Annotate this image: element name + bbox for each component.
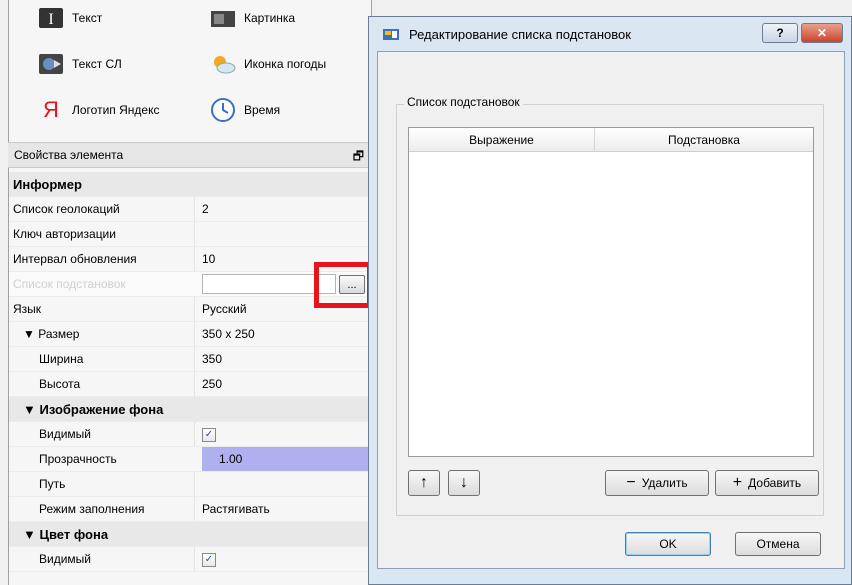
dialog-title: Редактирование списка подстановок bbox=[409, 27, 631, 42]
tool-yandex[interactable]: Я Логотип Яндекс bbox=[38, 96, 159, 124]
prop-row-path[interactable]: Путь bbox=[9, 472, 369, 497]
tool-image-label: Картинка bbox=[244, 11, 296, 25]
add-button-label: Добавить bbox=[748, 476, 802, 490]
float-window-icon[interactable]: 🗗 bbox=[353, 147, 364, 168]
prop-row-transparency[interactable]: Прозрачность 1.00 bbox=[9, 447, 369, 472]
prop-value: 10 bbox=[202, 252, 216, 266]
prop-key-with-toggle: ▼ Размер bbox=[23, 327, 79, 341]
move-up-button[interactable]: ↑ bbox=[408, 470, 440, 496]
tool-textsl[interactable]: Текст СЛ bbox=[38, 50, 122, 78]
group-label: Список подстановок bbox=[404, 95, 523, 109]
substitutions-table[interactable]: Выражение Подстановка bbox=[408, 127, 814, 457]
tool-text-label: Текст bbox=[72, 11, 103, 25]
tool-image[interactable]: Картинка bbox=[210, 4, 295, 32]
tool-text[interactable]: I Текст bbox=[38, 4, 102, 32]
visible-checkbox[interactable]: ✓ bbox=[202, 551, 216, 567]
prop-row-auth-key[interactable]: Ключ авторизации bbox=[9, 222, 369, 247]
prop-value[interactable]: 1.00 bbox=[219, 452, 242, 466]
prop-key: Видимый bbox=[39, 427, 91, 441]
textsl-icon bbox=[38, 51, 64, 77]
plus-icon: + bbox=[732, 474, 743, 491]
prop-value: 2 bbox=[202, 202, 209, 216]
section-informer: Информер bbox=[9, 172, 369, 197]
expand-triangle-icon[interactable]: ▼ bbox=[23, 327, 38, 341]
prop-value: Растягивать bbox=[202, 502, 270, 516]
column-header-substitution[interactable]: Подстановка bbox=[595, 128, 813, 152]
properties-header: Свойства элемента 🗗 bbox=[8, 142, 370, 168]
tool-yandex-label: Логотип Яндекс bbox=[72, 103, 160, 117]
properties-title: Свойства элемента bbox=[14, 148, 124, 162]
prop-row-geolocations[interactable]: Список геолокаций 2 bbox=[9, 197, 369, 222]
prop-row-height[interactable]: Высота 250 bbox=[9, 372, 369, 397]
ok-button[interactable]: OK bbox=[625, 532, 711, 556]
dialog-body: Список подстановок Выражение Подстановка… bbox=[377, 51, 845, 569]
prop-row-size[interactable]: ▼ Размер 350 x 250 bbox=[9, 322, 369, 347]
image-icon bbox=[210, 5, 236, 31]
section-title: ▼ Цвет фона bbox=[23, 526, 109, 542]
column-header-expression[interactable]: Выражение bbox=[409, 128, 595, 152]
cancel-button[interactable]: Отмена bbox=[735, 532, 821, 556]
section-background-image: ▼ Изображение фона bbox=[9, 397, 369, 422]
tool-weather[interactable]: Иконка погоды bbox=[210, 50, 326, 78]
prop-row-color-visible[interactable]: Видимый ✓ bbox=[9, 547, 369, 572]
help-button[interactable]: ? bbox=[762, 23, 798, 43]
expand-triangle-icon[interactable]: ▼ bbox=[23, 527, 39, 542]
arrow-up-icon: ↑ bbox=[420, 474, 428, 491]
prop-value: 250 bbox=[202, 377, 223, 391]
section-title: ▼ Изображение фона bbox=[23, 401, 164, 417]
move-down-button[interactable]: ↓ bbox=[448, 470, 480, 496]
prop-key: Высота bbox=[39, 377, 81, 391]
arrow-down-icon: ↓ bbox=[460, 474, 468, 491]
weather-icon bbox=[210, 51, 236, 77]
left-panel: I Текст Картинка Текст СЛ Иконка погоды … bbox=[0, 0, 376, 585]
substitutions-dialog: Редактирование списка подстановок ? ✕ Сп… bbox=[368, 16, 852, 585]
section-background-color: ▼ Цвет фона bbox=[9, 522, 369, 547]
yandex-icon: Я bbox=[43, 97, 59, 122]
remove-button-label: Удалить bbox=[641, 476, 688, 490]
tool-clock[interactable]: Время bbox=[210, 96, 280, 124]
minus-icon: − bbox=[626, 474, 636, 491]
remove-button[interactable]: − Удалить bbox=[605, 470, 709, 496]
prop-row-bg-visible[interactable]: Видимый ✓ bbox=[9, 422, 369, 447]
close-button[interactable]: ✕ bbox=[801, 23, 843, 43]
prop-key: Размер bbox=[38, 327, 80, 341]
red-highlight-box bbox=[314, 262, 372, 308]
prop-key: Путь bbox=[39, 477, 66, 491]
prop-key: Язык bbox=[13, 302, 42, 316]
prop-key: Прозрачность bbox=[39, 452, 117, 466]
prop-row-fill-mode[interactable]: Режим заполнения Растягивать bbox=[9, 497, 369, 522]
prop-key: Ширина bbox=[39, 352, 84, 366]
add-button[interactable]: + Добавить bbox=[715, 470, 819, 496]
prop-value: 350 bbox=[202, 352, 223, 366]
clock-icon bbox=[210, 97, 236, 123]
dialog-titlebar: Редактирование списка подстановок ? ✕ bbox=[369, 17, 851, 51]
prop-key: Видимый bbox=[39, 552, 91, 566]
prop-key: Интервал обновления bbox=[13, 252, 137, 266]
tool-textsl-label: Текст СЛ bbox=[72, 57, 122, 71]
app-icon bbox=[383, 26, 401, 45]
tool-clock-label: Время bbox=[244, 103, 281, 117]
text-icon: I bbox=[38, 5, 64, 31]
expand-triangle-icon[interactable]: ▼ bbox=[23, 402, 39, 417]
prop-key: Список подстановок bbox=[13, 277, 126, 291]
svg-text:I: I bbox=[48, 11, 53, 28]
prop-key: Список геолокаций bbox=[13, 202, 120, 216]
prop-key: Ключ авторизации bbox=[13, 227, 116, 241]
prop-row-width[interactable]: Ширина 350 bbox=[9, 347, 369, 372]
visible-checkbox[interactable]: ✓ bbox=[202, 426, 216, 442]
prop-value: Русский bbox=[202, 302, 247, 316]
prop-value: 350 x 250 bbox=[202, 327, 255, 341]
prop-key: Информер bbox=[13, 176, 82, 192]
prop-key: Режим заполнения bbox=[39, 502, 145, 516]
table-header: Выражение Подстановка bbox=[409, 128, 813, 152]
tool-weather-label: Иконка погоды bbox=[244, 57, 327, 71]
